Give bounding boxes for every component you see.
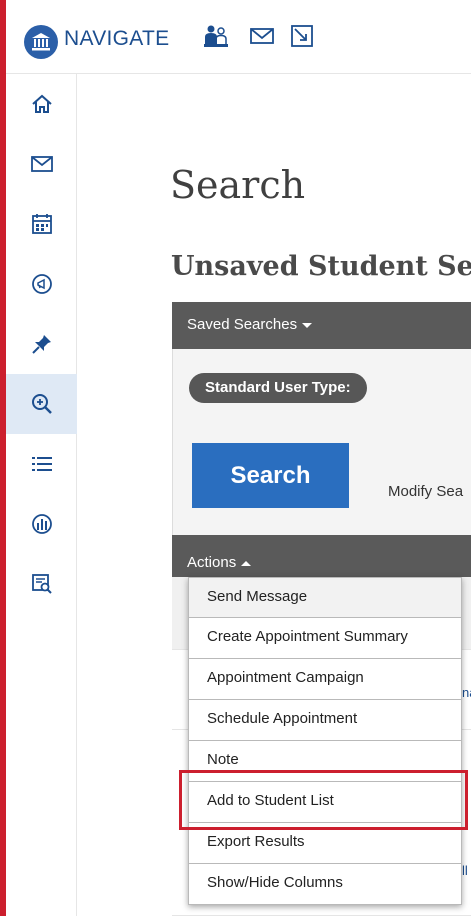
home-icon xyxy=(31,94,52,113)
app-logo-text[interactable]: NAVIGATE xyxy=(64,27,169,51)
row-text-fragment[interactable]: ll xyxy=(462,863,468,878)
search-button[interactable]: Search xyxy=(192,443,349,508)
sidebar-item-calendar[interactable] xyxy=(6,194,77,254)
navigate-logo-icon[interactable] xyxy=(24,25,58,59)
menu-item-appointment-campaign[interactable]: Appointment Campaign xyxy=(188,659,462,700)
chevron-down-icon xyxy=(302,322,313,328)
actions-dropdown-toggle[interactable]: Actions xyxy=(172,535,471,577)
chevron-up-icon xyxy=(241,560,252,566)
menu-item-show-hide-columns[interactable]: Show/Hide Columns xyxy=(188,864,462,905)
user-type-filter-chip[interactable]: Standard User Type: xyxy=(189,373,367,403)
analytics-icon xyxy=(31,514,52,534)
saved-searches-dropdown[interactable]: Saved Searches xyxy=(172,302,471,349)
search-icon xyxy=(31,394,52,414)
menu-item-send-message[interactable]: Send Message xyxy=(188,577,462,618)
sidebar-item-campaigns[interactable] xyxy=(6,254,77,314)
row-text-fragment[interactable]: na xyxy=(462,685,471,700)
menu-item-export-results[interactable]: Export Results xyxy=(188,823,462,864)
top-bar: NAVIGATE xyxy=(6,0,471,74)
saved-searches-label: Saved Searches xyxy=(187,316,298,333)
sidebar-item-home[interactable] xyxy=(6,74,77,134)
modify-search-link[interactable]: Modify Sea xyxy=(388,483,463,500)
page-subtitle: Unsaved Student Se xyxy=(171,251,471,282)
actions-label: Actions xyxy=(187,554,237,571)
page-title: Search xyxy=(170,163,306,207)
sidebar xyxy=(6,74,77,916)
quick-link-icon[interactable] xyxy=(286,20,318,52)
menu-item-create-appointment-summary[interactable]: Create Appointment Summary xyxy=(188,618,462,659)
filter-panel: Standard User Type: Search Modify Sea xyxy=(172,349,471,535)
menu-item-note[interactable]: Note xyxy=(188,741,462,782)
mail-icon[interactable] xyxy=(246,20,278,52)
sidebar-item-messages[interactable] xyxy=(6,134,77,194)
sidebar-item-reports[interactable] xyxy=(6,494,77,554)
actions-menu: Send Message Create Appointment Summary … xyxy=(188,577,462,905)
sidebar-item-report-search[interactable] xyxy=(6,554,77,614)
pin-icon xyxy=(31,335,51,354)
sidebar-item-lists[interactable] xyxy=(6,434,77,494)
menu-item-add-to-student-list[interactable]: Add to Student List xyxy=(188,782,462,823)
menu-item-schedule-appointment[interactable]: Schedule Appointment xyxy=(188,700,462,741)
sidebar-item-pins[interactable] xyxy=(6,314,77,374)
mail-icon xyxy=(30,156,53,172)
list-icon xyxy=(31,457,52,471)
megaphone-icon xyxy=(31,274,52,294)
sidebar-item-search[interactable] xyxy=(6,374,77,434)
report-search-icon xyxy=(31,574,52,594)
staff-icon[interactable] xyxy=(200,20,232,52)
calendar-icon xyxy=(31,214,52,234)
